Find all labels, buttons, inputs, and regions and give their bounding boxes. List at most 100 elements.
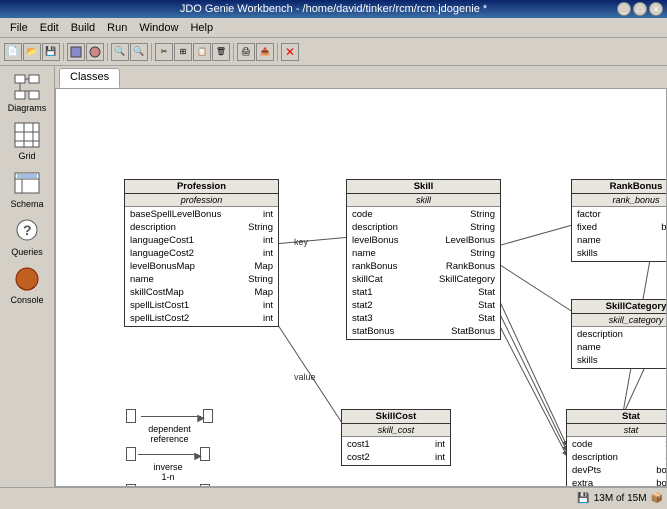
- diagrams-icon: [13, 73, 41, 101]
- key-label: key: [294, 237, 308, 247]
- toolbar-save[interactable]: 💾: [42, 43, 60, 61]
- entity-skill-row-4: nameString: [350, 247, 497, 260]
- entity-profession-body: baseSpellLevelBonusint descriptionString…: [125, 207, 278, 326]
- status-icon: 📦: [651, 493, 663, 504]
- entity-rankbonus[interactable]: RankBonus rank_bonus factorint fixedbool…: [571, 179, 667, 262]
- toolbar-sep-5: [277, 43, 278, 61]
- legend-inverse: ▶ inverse 1-n: [126, 447, 210, 482]
- entity-stat[interactable]: Stat stat codeString descriptionString d…: [566, 409, 667, 487]
- sidebar-item-grid[interactable]: Grid: [4, 118, 50, 164]
- memory-icon: 💾: [577, 493, 589, 504]
- sidebar-item-console[interactable]: Console: [4, 262, 50, 308]
- toolbar-btn2[interactable]: [67, 43, 85, 61]
- entity-skill-row-5: rankBonusRankBonus: [350, 260, 497, 273]
- legend-dependent-inverse: ▶ dependent inverse 1-n: [126, 484, 210, 487]
- menu-file[interactable]: File: [4, 21, 34, 35]
- entity-profession-row-4: languageCost2int: [128, 247, 275, 260]
- status-bar: 💾 13M of 15M 📦: [0, 487, 667, 509]
- entity-skill-header: Skill: [347, 180, 500, 194]
- sidebar-item-diagrams[interactable]: Diagrams: [4, 70, 50, 116]
- entity-rankbonus-header: RankBonus: [572, 180, 667, 194]
- entity-rankbonus-row-1: factorint: [575, 208, 667, 221]
- toolbar-delete[interactable]: 🗑: [212, 43, 230, 61]
- entity-stat-row-1: codeString: [570, 438, 667, 451]
- content-area: Classes: [55, 66, 667, 487]
- menu-bar: File Edit Build Run Window Help: [0, 18, 667, 38]
- sidebar-console-label: Console: [10, 295, 43, 305]
- maximize-button[interactable]: □: [633, 2, 647, 16]
- queries-icon: ?: [13, 217, 41, 245]
- entity-skillcategory-subheader: skill_category: [572, 314, 667, 327]
- toolbar-new[interactable]: 📄: [4, 43, 22, 61]
- toolbar-btn3[interactable]: [86, 43, 104, 61]
- entity-skill-row-3: levelBonusLevelBonus: [350, 234, 497, 247]
- entity-profession-header: Profession: [125, 180, 278, 194]
- entity-rankbonus-subheader: rank_bonus: [572, 194, 667, 207]
- minimize-button[interactable]: _: [617, 2, 631, 16]
- console-icon: [13, 265, 41, 293]
- toolbar: 📄 📂 💾 🔍 🔍 ✂ ⊞ 📋 🗑 🖨 📤 ✕: [0, 38, 667, 66]
- toolbar-zoom-in[interactable]: 🔍: [111, 43, 129, 61]
- entity-skillcategory-header: SkillCategory: [572, 300, 667, 314]
- toolbar-print[interactable]: 🖨: [237, 43, 255, 61]
- toolbar-sep-3: [151, 43, 152, 61]
- entity-skill-row-2: descriptionString: [350, 221, 497, 234]
- entity-skillcost-row-2: cost2int: [345, 451, 447, 464]
- sidebar-item-queries[interactable]: ? Queries: [4, 214, 50, 260]
- menu-edit[interactable]: Edit: [34, 21, 65, 35]
- toolbar-cut[interactable]: ✂: [155, 43, 173, 61]
- entity-rankbonus-row-4: skillsSet: [575, 247, 667, 260]
- svg-text:?: ?: [23, 222, 32, 238]
- tab-classes[interactable]: Classes: [59, 68, 120, 88]
- menu-help[interactable]: Help: [184, 21, 219, 35]
- grid-icon: [13, 121, 41, 149]
- entity-stat-body: codeString descriptionString devPtsboole…: [567, 437, 667, 487]
- toolbar-copy[interactable]: ⊞: [174, 43, 192, 61]
- entity-profession[interactable]: Profession profession baseSpellLevelBonu…: [124, 179, 279, 327]
- tab-bar: Classes: [55, 66, 667, 88]
- entity-skill-row-9: stat3Stat: [350, 312, 497, 325]
- entity-rankbonus-row-2: fixedboolean: [575, 221, 667, 234]
- entity-skillcategory-row-2: nameString: [575, 341, 667, 354]
- entity-stat-row-4: extraboolean: [570, 477, 667, 487]
- toolbar-paste[interactable]: 📋: [193, 43, 211, 61]
- entity-skill-row-10: statBonusStatBonus: [350, 325, 497, 338]
- menu-window[interactable]: Window: [133, 21, 184, 35]
- entity-skill-body: codeString descriptionString levelBonusL…: [347, 207, 500, 339]
- close-button[interactable]: ✕: [649, 2, 663, 16]
- entity-profession-row-9: spellListCost2int: [128, 312, 275, 325]
- diagram-canvas[interactable]: key value Profession profession baseSpel…: [55, 88, 667, 487]
- sidebar-queries-label: Queries: [11, 247, 43, 257]
- sidebar: Diagrams Grid Schema ?: [0, 66, 55, 487]
- toolbar-sep-4: [233, 43, 234, 61]
- menu-build[interactable]: Build: [65, 21, 101, 35]
- window-controls[interactable]: _ □ ✕: [617, 2, 663, 16]
- schema-icon: [13, 169, 41, 197]
- toolbar-sep-1: [63, 43, 64, 61]
- sidebar-diagrams-label: Diagrams: [8, 103, 47, 113]
- entity-skillcost-subheader: skill_cost: [342, 424, 450, 437]
- entity-profession-row-3: languageCost1int: [128, 234, 275, 247]
- entity-skillcategory-body: descriptionString nameString skillsSet: [572, 327, 667, 368]
- sidebar-schema-label: Schema: [10, 199, 43, 209]
- entity-profession-row-1: baseSpellLevelBonusint: [128, 208, 275, 221]
- toolbar-stop[interactable]: ✕: [281, 43, 299, 61]
- entity-rankbonus-row-3: nameString: [575, 234, 667, 247]
- toolbar-export[interactable]: 📤: [256, 43, 274, 61]
- entity-stat-row-3: devPtsboolean: [570, 464, 667, 477]
- toolbar-zoom-out[interactable]: 🔍: [130, 43, 148, 61]
- toolbar-open[interactable]: 📂: [23, 43, 41, 61]
- entity-skill-row-8: stat2Stat: [350, 299, 497, 312]
- entity-skillcategory-row-3: skillsSet: [575, 354, 667, 367]
- entity-skill-row-6: skillCatSkillCategory: [350, 273, 497, 286]
- entity-skill[interactable]: Skill skill codeString descriptionString…: [346, 179, 501, 340]
- entity-skillcost-header: SkillCost: [342, 410, 450, 424]
- sidebar-item-schema[interactable]: Schema: [4, 166, 50, 212]
- menu-run[interactable]: Run: [101, 21, 133, 35]
- entity-skill-row-7: stat1Stat: [350, 286, 497, 299]
- entity-skillcost[interactable]: SkillCost skill_cost cost1int cost2int: [341, 409, 451, 466]
- entity-profession-row-8: spellListCost1int: [128, 299, 275, 312]
- entity-skillcost-body: cost1int cost2int: [342, 437, 450, 465]
- entity-skillcost-row-1: cost1int: [345, 438, 447, 451]
- entity-skillcategory[interactable]: SkillCategory skill_category description…: [571, 299, 667, 369]
